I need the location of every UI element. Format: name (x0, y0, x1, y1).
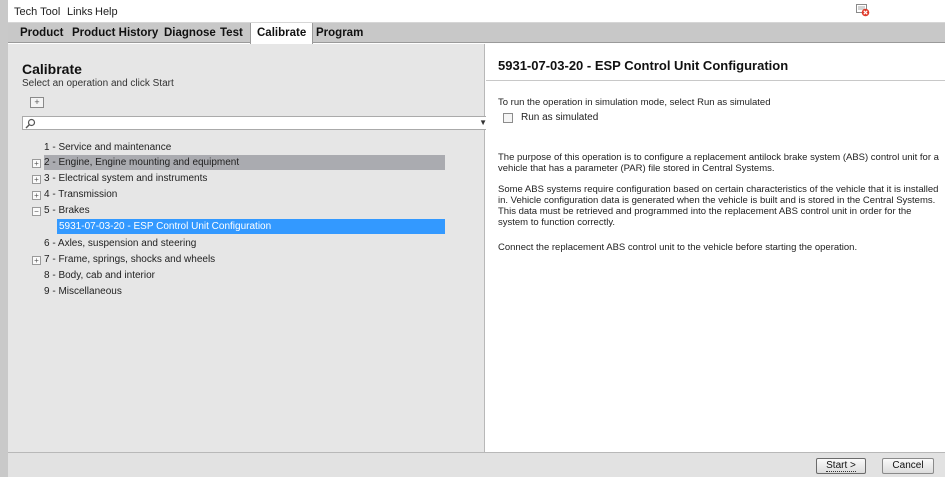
tab-calibrate[interactable]: Calibrate (250, 23, 314, 44)
start-button-label: Start > (826, 460, 856, 472)
tree-item-transmission[interactable]: 4 - Transmission (44, 187, 444, 202)
tab-diagnose[interactable]: Diagnose (158, 23, 222, 43)
operation-list-pane: Calibrate Select an operation and click … (8, 44, 491, 452)
tab-test[interactable]: Test (214, 23, 249, 43)
simulation-instruction: To run the operation in simulation mode,… (498, 97, 771, 108)
run-simulated-label[interactable]: Run as simulated (521, 112, 598, 123)
tree-item-body-cab[interactable]: 8 - Body, cab and interior (44, 268, 444, 283)
search-input[interactable]: ▼ (22, 116, 491, 130)
run-simulated-checkbox[interactable] (503, 113, 513, 123)
description-paragraph-1: The purpose of this operation is to conf… (498, 152, 939, 174)
menu-links[interactable]: Links (67, 6, 93, 18)
tab-product[interactable]: Product (14, 23, 69, 43)
expand-all-button[interactable]: + (30, 97, 44, 108)
expand-icon[interactable]: + (32, 159, 41, 168)
tree-item-frame[interactable]: 7 - Frame, springs, shocks and wheels (44, 252, 444, 267)
tree-item-electrical[interactable]: 3 - Electrical system and instruments (44, 171, 444, 186)
description-paragraph-2: Some ABS systems require configuration b… (498, 184, 939, 228)
tab-program[interactable]: Program (310, 23, 369, 43)
menu-tech-tool[interactable]: Tech Tool (14, 6, 60, 18)
expand-icon[interactable]: + (32, 256, 41, 265)
main-tab-bar: Product Product History Diagnose Test Ca… (8, 23, 945, 44)
window-left-edge (0, 0, 8, 477)
operation-detail-pane: 5931-07-03-20 - ESP Control Unit Configu… (486, 44, 945, 452)
collapse-icon[interactable]: − (32, 207, 41, 216)
expand-icon[interactable]: + (32, 175, 41, 184)
menu-bar: Tech Tool Links Help (8, 0, 945, 23)
operation-title: 5931-07-03-20 - ESP Control Unit Configu… (498, 58, 789, 73)
expand-icon[interactable]: + (32, 191, 41, 200)
start-button[interactable]: Start > (816, 458, 866, 474)
page-title: Calibrate (22, 61, 82, 77)
tab-product-history[interactable]: Product History (66, 23, 164, 43)
menu-help[interactable]: Help (95, 6, 118, 18)
notification-icon[interactable] (856, 4, 870, 17)
title-divider (486, 80, 945, 81)
page-subtitle: Select an operation and click Start (22, 78, 174, 89)
tree-item-esp-control-unit[interactable]: 5931-07-03-20 - ESP Control Unit Configu… (57, 219, 445, 234)
tree-item-brakes[interactable]: 5 - Brakes (44, 203, 444, 218)
action-bar: Start > Cancel (8, 452, 945, 477)
tree-item-axles[interactable]: 6 - Axles, suspension and steering (44, 236, 444, 251)
tree-item-miscellaneous[interactable]: 9 - Miscellaneous (44, 284, 444, 299)
tree-item-engine[interactable]: 2 - Engine, Engine mounting and equipmen… (44, 155, 445, 170)
cancel-button[interactable]: Cancel (882, 458, 934, 474)
tree-item-service-maintenance[interactable]: 1 - Service and maintenance (44, 140, 444, 155)
search-icon (25, 118, 36, 129)
description-paragraph-3: Connect the replacement ABS control unit… (498, 242, 858, 253)
